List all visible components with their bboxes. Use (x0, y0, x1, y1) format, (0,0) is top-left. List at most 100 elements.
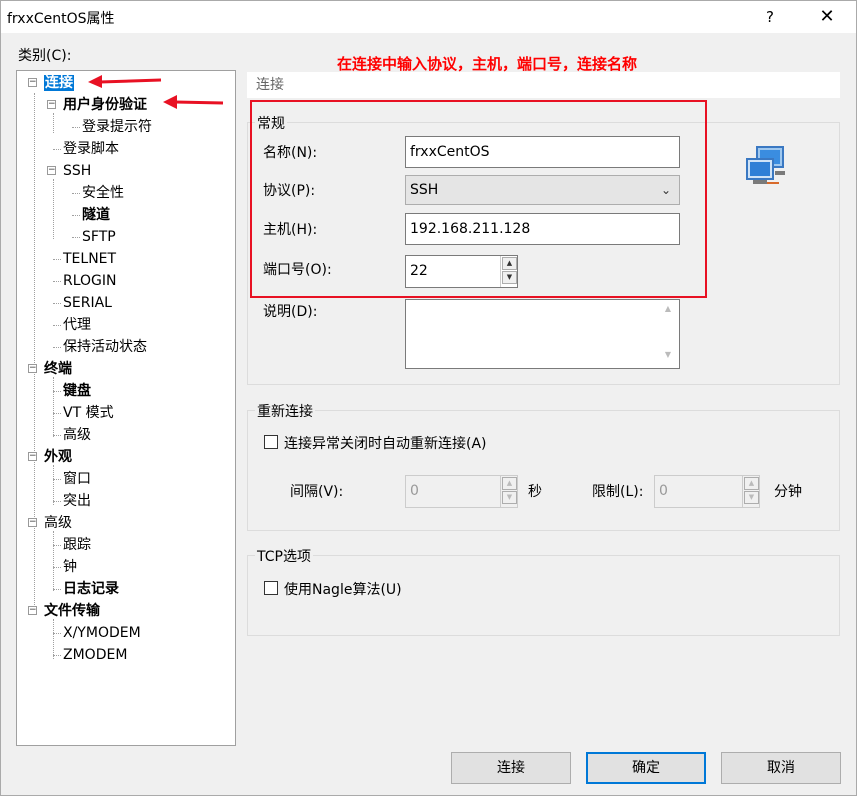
tree-line (53, 465, 54, 505)
category-tree[interactable]: − 连接 − 用户身份验证 登录提示符 登录脚本 − SSH 安全性 隧道 SFTP TELNET RL… (16, 70, 236, 746)
tree-item-label: 外观 (44, 449, 72, 465)
tree-line (53, 619, 54, 659)
tree-line (72, 237, 80, 238)
tree-item-label: 隧道 (82, 207, 110, 223)
tree-item-label: TELNET (63, 251, 117, 267)
tree-item[interactable]: TELNET (63, 249, 116, 269)
tree-item[interactable]: SSH (63, 161, 91, 181)
collapse-icon[interactable]: − (47, 166, 56, 175)
tree-item[interactable]: 终端 (44, 359, 72, 379)
tree-line (53, 435, 61, 436)
panel-header: 连接 (247, 72, 840, 98)
tree-item-label: 高级 (44, 515, 72, 531)
tree-item-label: 连接 (44, 75, 74, 91)
scroll-down-icon[interactable]: ▼ (661, 350, 675, 359)
tree-line (53, 655, 61, 656)
tree-line (34, 93, 35, 613)
tree-item[interactable]: 保持活动状态 (63, 337, 147, 357)
tree-item-label: 登录提示符 (82, 119, 152, 135)
auto-reconnect-checkbox[interactable] (264, 435, 278, 449)
tree-item[interactable]: 用户身份验证 (63, 95, 147, 115)
reconnect-group (247, 410, 840, 531)
tree-line (53, 501, 61, 502)
help-button[interactable]: ? (755, 3, 785, 31)
tree-item[interactable]: 连接 (44, 73, 74, 93)
tree-item[interactable]: 钟 (63, 557, 77, 577)
interval-stepper[interactable]: 0 ▲ ▼ (405, 475, 518, 508)
limit-stepper[interactable]: 0 ▲ ▼ (654, 475, 760, 508)
tree-line (72, 193, 80, 194)
annotation-arrow-icon (88, 75, 162, 88)
interval-label: 间隔(V): (290, 484, 344, 500)
tree-line (72, 215, 80, 216)
ok-button[interactable]: 确定 (586, 752, 706, 784)
tree-line (53, 325, 61, 326)
tree-line (72, 127, 80, 128)
tree-line (53, 179, 54, 239)
interval-unit: 秒 (528, 484, 542, 500)
tree-item[interactable]: 高级 (63, 425, 91, 445)
nagle-checkbox[interactable] (264, 581, 278, 595)
tree-item[interactable]: RLOGIN (63, 271, 117, 291)
spin-up-icon[interactable]: ▲ (744, 477, 759, 490)
collapse-icon[interactable]: − (28, 78, 37, 87)
tree-item-label: 跟踪 (63, 537, 91, 553)
collapse-icon[interactable]: − (28, 452, 37, 461)
tree-item[interactable]: 登录脚本 (63, 139, 119, 159)
tree-item-label: ZMODEM (63, 647, 128, 663)
tree-line (53, 377, 54, 437)
tree-line (53, 531, 54, 591)
tree-item-label: 保持活动状态 (63, 339, 147, 355)
tree-item[interactable]: 高级 (44, 513, 72, 533)
limit-unit: 分钟 (774, 484, 802, 500)
tree-item-label: 用户身份验证 (63, 97, 147, 113)
close-button[interactable]: ✕ (809, 3, 845, 31)
tree-item[interactable]: 键盘 (63, 381, 91, 401)
tree-item[interactable]: 隧道 (82, 205, 110, 225)
collapse-icon[interactable]: − (28, 364, 37, 373)
tree-item-label: X/YMODEM (63, 625, 141, 641)
tree-item[interactable]: 文件传输 (44, 601, 100, 621)
collapse-icon[interactable]: − (28, 518, 37, 527)
nagle-label: 使用Nagle算法(U) (284, 582, 402, 598)
tree-item[interactable]: SFTP (82, 227, 116, 247)
tree-line (53, 259, 61, 260)
tree-item[interactable]: 安全性 (82, 183, 124, 203)
tree-item[interactable]: 日志记录 (63, 579, 119, 599)
tree-item[interactable]: VT 模式 (63, 403, 114, 423)
tree-item-label: 窗口 (63, 471, 91, 487)
spin-down-icon[interactable]: ▼ (744, 491, 759, 504)
tcp-options-title: TCP选项 (255, 546, 313, 566)
tree-item[interactable]: 突出 (63, 491, 91, 511)
tree-line (53, 545, 61, 546)
description-field[interactable] (405, 299, 680, 369)
tree-item[interactable]: SERIAL (63, 293, 112, 313)
limit-spinner: ▲ ▼ (742, 476, 759, 507)
tree-line (53, 589, 61, 590)
properties-dialog: frxxCentOS属性 ? ✕ 类别(C): − 连接 − 用户身份验证 登录提示符登… (0, 0, 857, 796)
spin-up-icon[interactable]: ▲ (502, 477, 517, 490)
tree-item[interactable]: 外观 (44, 447, 72, 467)
title-bar: frxxCentOS属性 ? ✕ (1, 1, 856, 33)
tree-item[interactable]: X/YMODEM (63, 623, 141, 643)
tree-item-label: RLOGIN (63, 273, 117, 289)
tree-item-label: 终端 (44, 361, 72, 377)
tree-line (53, 113, 54, 133)
tree-item-label: 登录脚本 (63, 141, 119, 157)
tree-item-label: 钟 (63, 559, 77, 575)
tree-item[interactable]: 跟踪 (63, 535, 91, 555)
tree-item[interactable]: 代理 (63, 315, 91, 335)
tree-item-label: 突出 (63, 493, 91, 509)
tree-item[interactable]: 登录提示符 (82, 117, 152, 137)
connect-button[interactable]: 连接 (451, 752, 571, 784)
reconnect-group-title: 重新连接 (255, 401, 315, 421)
cancel-button[interactable]: 取消 (721, 752, 841, 784)
tree-item-label: 安全性 (82, 185, 124, 201)
scroll-up-icon[interactable]: ▲ (661, 304, 675, 313)
collapse-icon[interactable]: − (28, 606, 37, 615)
collapse-icon[interactable]: − (47, 100, 56, 109)
spin-down-icon[interactable]: ▼ (502, 491, 517, 504)
interval-value: 0 (410, 483, 419, 499)
tree-item[interactable]: 窗口 (63, 469, 91, 489)
tree-item[interactable]: ZMODEM (63, 645, 127, 665)
